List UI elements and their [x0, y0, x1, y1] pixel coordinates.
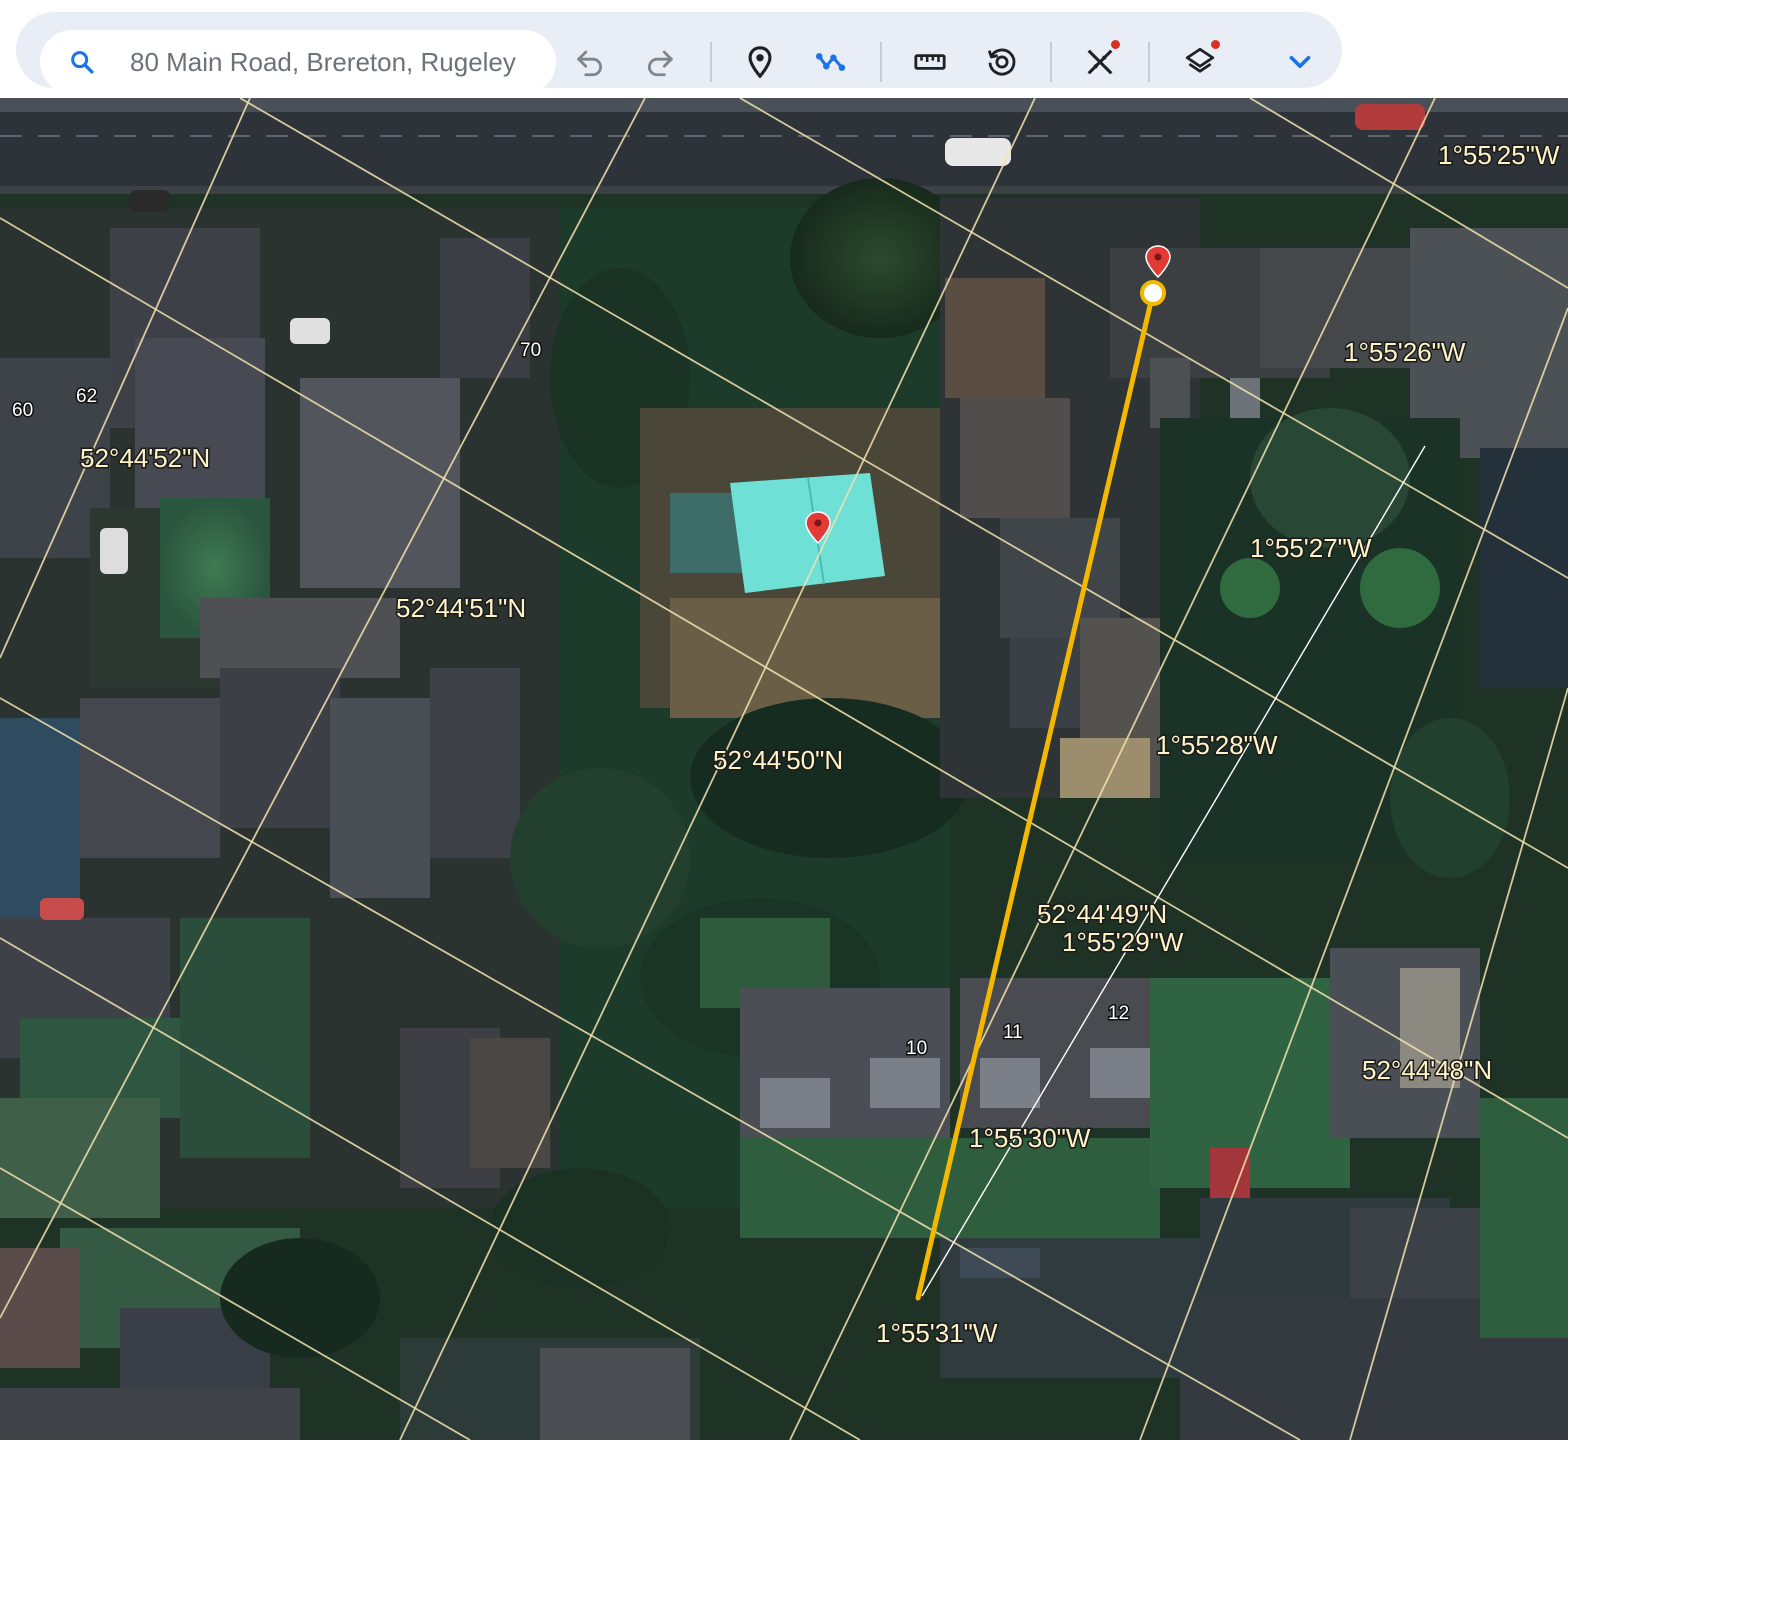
layers-icon	[1185, 47, 1215, 73]
redo-icon	[648, 50, 673, 77]
undo-icon	[577, 50, 602, 77]
search-box[interactable]	[40, 30, 556, 94]
measure-tool-icon	[1087, 49, 1113, 75]
house-number: 12	[1108, 1003, 1129, 1024]
longitude-label: 1°55'27"W	[1250, 533, 1372, 563]
undo-button[interactable]	[564, 36, 616, 88]
place-marker-icon	[748, 46, 772, 79]
latitude-label: 52°44'48"N	[1362, 1055, 1492, 1085]
toolbar-divider	[1050, 42, 1052, 82]
notification-dot	[1211, 40, 1220, 49]
measure-button[interactable]	[904, 36, 956, 88]
house-number: 62	[76, 386, 97, 407]
path-icon	[815, 53, 846, 71]
historical-imagery-icon	[987, 48, 1016, 76]
latitude-label: 52°44'52"N	[80, 443, 210, 473]
house-number: 10	[906, 1038, 927, 1059]
latitude-label: 52°44'51"N	[396, 593, 526, 623]
toolbar-divider	[1148, 42, 1150, 82]
toolbar-divider	[710, 42, 712, 82]
layers-button[interactable]	[1174, 36, 1226, 88]
top-bar	[0, 0, 1568, 98]
more-options-button[interactable]	[1274, 36, 1326, 88]
search-input[interactable]	[130, 40, 550, 84]
longitude-label: 1°55'26"W	[1344, 337, 1466, 367]
chevron-down-icon	[1289, 55, 1311, 69]
longitude-label: 1°55'30"W	[969, 1123, 1091, 1153]
longitude-label: 1°55'31"W	[876, 1318, 998, 1348]
ruler-icon	[914, 54, 946, 70]
satellite-imagery: 52°44'52"N 52°44'51"N 52°44'50"N 52°44'4…	[0, 98, 1568, 1440]
latitude-label: 52°44'50"N	[713, 745, 843, 775]
historical-imagery-button[interactable]	[976, 36, 1028, 88]
house-number: 70	[520, 340, 541, 361]
draw-path-button[interactable]	[806, 36, 858, 88]
longitude-label: 1°55'29"W	[1062, 927, 1184, 957]
longitude-label: 1°55'25"W	[1438, 140, 1560, 170]
redo-button[interactable]	[634, 36, 686, 88]
path-endpoint-handle[interactable]	[1140, 280, 1166, 306]
measure-tool-button[interactable]	[1074, 36, 1126, 88]
notification-dot	[1111, 40, 1120, 49]
search-icon[interactable]	[68, 48, 96, 76]
satellite-map[interactable]: 52°44'52"N 52°44'51"N 52°44'50"N 52°44'4…	[0, 98, 1568, 1440]
toolbar-divider	[880, 42, 882, 82]
add-placemark-button[interactable]	[734, 36, 786, 88]
longitude-label: 1°55'28"W	[1156, 730, 1278, 760]
toolbar	[16, 12, 1342, 94]
latitude-label: 52°44'49"N	[1037, 899, 1167, 929]
house-number: 11	[1003, 1022, 1023, 1043]
house-number: 60	[12, 400, 33, 421]
